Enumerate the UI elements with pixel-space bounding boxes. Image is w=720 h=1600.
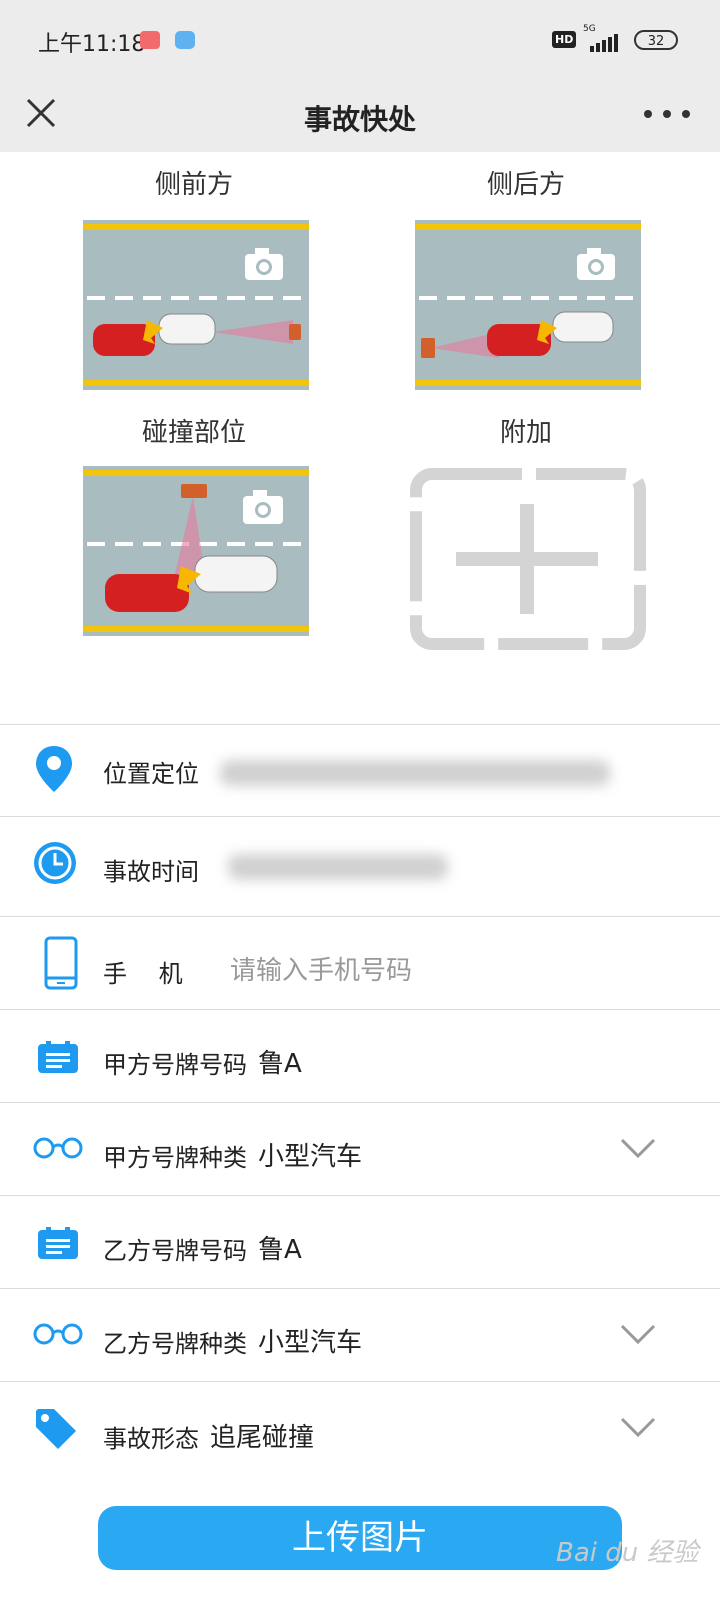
phone-icon [44,936,78,990]
divider [0,1288,720,1289]
id-card-icon [38,1041,78,1073]
form-row-party-b-type[interactable]: 乙方号牌种类 小型汽车 [0,1290,720,1384]
chevron-down-icon[interactable] [618,1136,658,1160]
party-b-type-select[interactable]: 小型汽车 [258,1322,362,1359]
party-b-plate-label: 乙方号牌号码 [103,1237,247,1265]
form-row-accident-form[interactable]: 事故形态 追尾碰撞 [0,1383,720,1477]
form-row-location[interactable]: 位置定位 [0,726,720,820]
party-a-type-select[interactable]: 小型汽车 [258,1136,362,1173]
divider [0,724,720,725]
chevron-down-icon[interactable] [618,1322,658,1346]
more-icon[interactable] [640,104,700,124]
form-row-party-b-plate[interactable]: 乙方号牌号码 鲁A [0,1197,720,1291]
accident-time-label: 事故时间 [103,858,199,886]
form-row-phone: 手 机 请输入手机号码 [0,918,720,1012]
form-row-party-a-plate[interactable]: 甲方号牌号码 鲁A [0,1011,720,1105]
photo-label-rear-side: 侧后方 [486,170,565,200]
page-title: 事故快处 [303,103,416,136]
notification-app-icon-2 [175,31,195,49]
add-photo-button[interactable] [410,468,646,650]
photo-label-front-side: 侧前方 [154,170,233,200]
divider [0,916,720,917]
photo-slot-front-side[interactable] [83,220,309,390]
location-value-redacted [220,760,610,786]
party-b-plate-input[interactable]: 鲁A [258,1229,302,1266]
divider [0,1381,720,1382]
divider [0,1102,720,1103]
form-row-accident-time[interactable]: 事故时间 [0,818,720,912]
divider [0,1195,720,1196]
hd-badge: HD [552,31,577,48]
phone-input[interactable]: 请输入手机号码 [230,950,412,987]
upload-photos-button[interactable]: 上传图片 [98,1506,622,1570]
chevron-down-icon[interactable] [618,1415,658,1439]
form-row-party-a-type[interactable]: 甲方号牌种类 小型汽车 [0,1104,720,1198]
status-time: 上午11:18 [38,32,146,57]
party-a-plate-label: 甲方号牌号码 [103,1051,247,1079]
accident-time-value-redacted [228,854,448,880]
clock-icon [34,842,76,884]
baidu-watermark: Bai du 经验 [556,1538,699,1568]
notification-app-icon [140,31,160,49]
phone-label: 手 机 [103,960,183,988]
battery-indicator: 32 [634,30,678,50]
status-bar: 上午11:18 HD 5G 32 [0,0,720,80]
accident-form-label: 事故形态 [103,1425,199,1453]
glasses-icon [33,1137,83,1159]
accident-form-select[interactable]: 追尾碰撞 [210,1417,314,1454]
nav-bar: 事故快处 [0,80,720,152]
network-type: 5G [583,24,596,34]
party-a-type-label: 甲方号牌种类 [103,1144,247,1172]
party-b-type-label: 乙方号牌种类 [103,1330,247,1358]
photo-slot-rear-side[interactable] [415,220,641,390]
signal-icon [590,34,618,52]
id-card-icon [38,1227,78,1259]
photo-label-extra: 附加 [499,418,552,448]
location-label: 位置定位 [103,760,199,788]
party-a-plate-input[interactable]: 鲁A [258,1043,302,1080]
divider [0,816,720,817]
tag-icon [36,1409,76,1449]
divider [0,1009,720,1010]
photo-slot-collision[interactable] [83,466,309,636]
photo-label-collision: 碰撞部位 [141,418,246,448]
glasses-icon [33,1323,83,1345]
location-pin-icon [36,746,72,792]
